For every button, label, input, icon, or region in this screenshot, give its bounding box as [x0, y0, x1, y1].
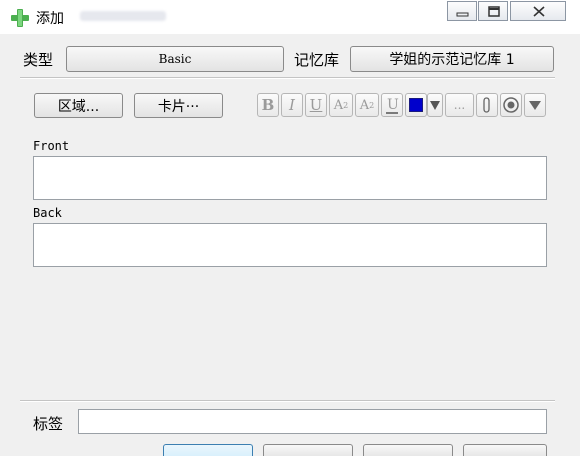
underline-clear-icon: U: [386, 97, 399, 114]
paperclip-icon: [483, 97, 490, 113]
front-field-label: Front: [33, 139, 70, 153]
color-dropdown-button[interactable]: [427, 93, 443, 117]
add-plus-icon: [11, 9, 29, 27]
text-color-button[interactable]: [405, 93, 427, 117]
maximize-button[interactable]: [478, 1, 508, 21]
maximize-icon: [488, 6, 500, 17]
triangle-down-icon: [529, 101, 541, 110]
add-confirm-button[interactable]: [163, 444, 253, 456]
color-swatch-icon: [409, 98, 423, 112]
tags-input[interactable]: [78, 409, 547, 434]
cards-button[interactable]: 卡片···: [134, 93, 223, 118]
history-button[interactable]: [263, 444, 353, 456]
close-button[interactable]: [510, 1, 566, 21]
svg-text:U: U: [387, 97, 399, 113]
back-field-label: Back: [33, 206, 62, 220]
chevron-down-icon: [430, 101, 440, 110]
minimize-icon: [456, 12, 469, 17]
subscript-button[interactable]: A2: [355, 93, 379, 117]
record-icon: [503, 97, 519, 113]
add-note-window: 添加 类型 Basic 记忆库 学姐的示范记忆库 1 区域... 卡片··· B…: [0, 0, 580, 456]
close-icon: [533, 6, 545, 17]
more-button[interactable]: ...: [445, 93, 474, 117]
window-title: 添加: [36, 11, 64, 27]
bold-button[interactable]: B: [257, 93, 279, 117]
options-dropdown-button[interactable]: [524, 93, 546, 117]
help-button[interactable]: [463, 444, 547, 456]
tags-label: 标签: [33, 415, 64, 433]
attach-button[interactable]: [476, 93, 498, 117]
title-blurred-text: [80, 11, 166, 21]
minimize-button[interactable]: [447, 1, 477, 21]
record-button[interactable]: [500, 93, 522, 117]
title-bar: 添加: [0, 0, 580, 34]
top-separator: [20, 77, 555, 79]
note-type-button[interactable]: Basic: [66, 46, 284, 72]
back-field-input[interactable]: [33, 223, 547, 267]
superscript-button[interactable]: A2: [329, 93, 353, 117]
front-field-input[interactable]: [33, 156, 547, 200]
fields-button[interactable]: 区域...: [34, 93, 123, 118]
clear-format-button[interactable]: U: [381, 93, 403, 117]
underline-button[interactable]: U: [305, 93, 327, 117]
close-dialog-button[interactable]: [363, 444, 453, 456]
superscript-icon: A: [333, 97, 344, 113]
deck-label: 记忆库: [294, 51, 340, 69]
note-type-label: 类型: [23, 51, 54, 69]
subscript-icon: A: [359, 97, 370, 113]
deck-button[interactable]: 学姐的示范记忆库 1: [350, 46, 554, 72]
italic-button[interactable]: I: [281, 93, 303, 117]
bottom-separator: [20, 400, 555, 402]
